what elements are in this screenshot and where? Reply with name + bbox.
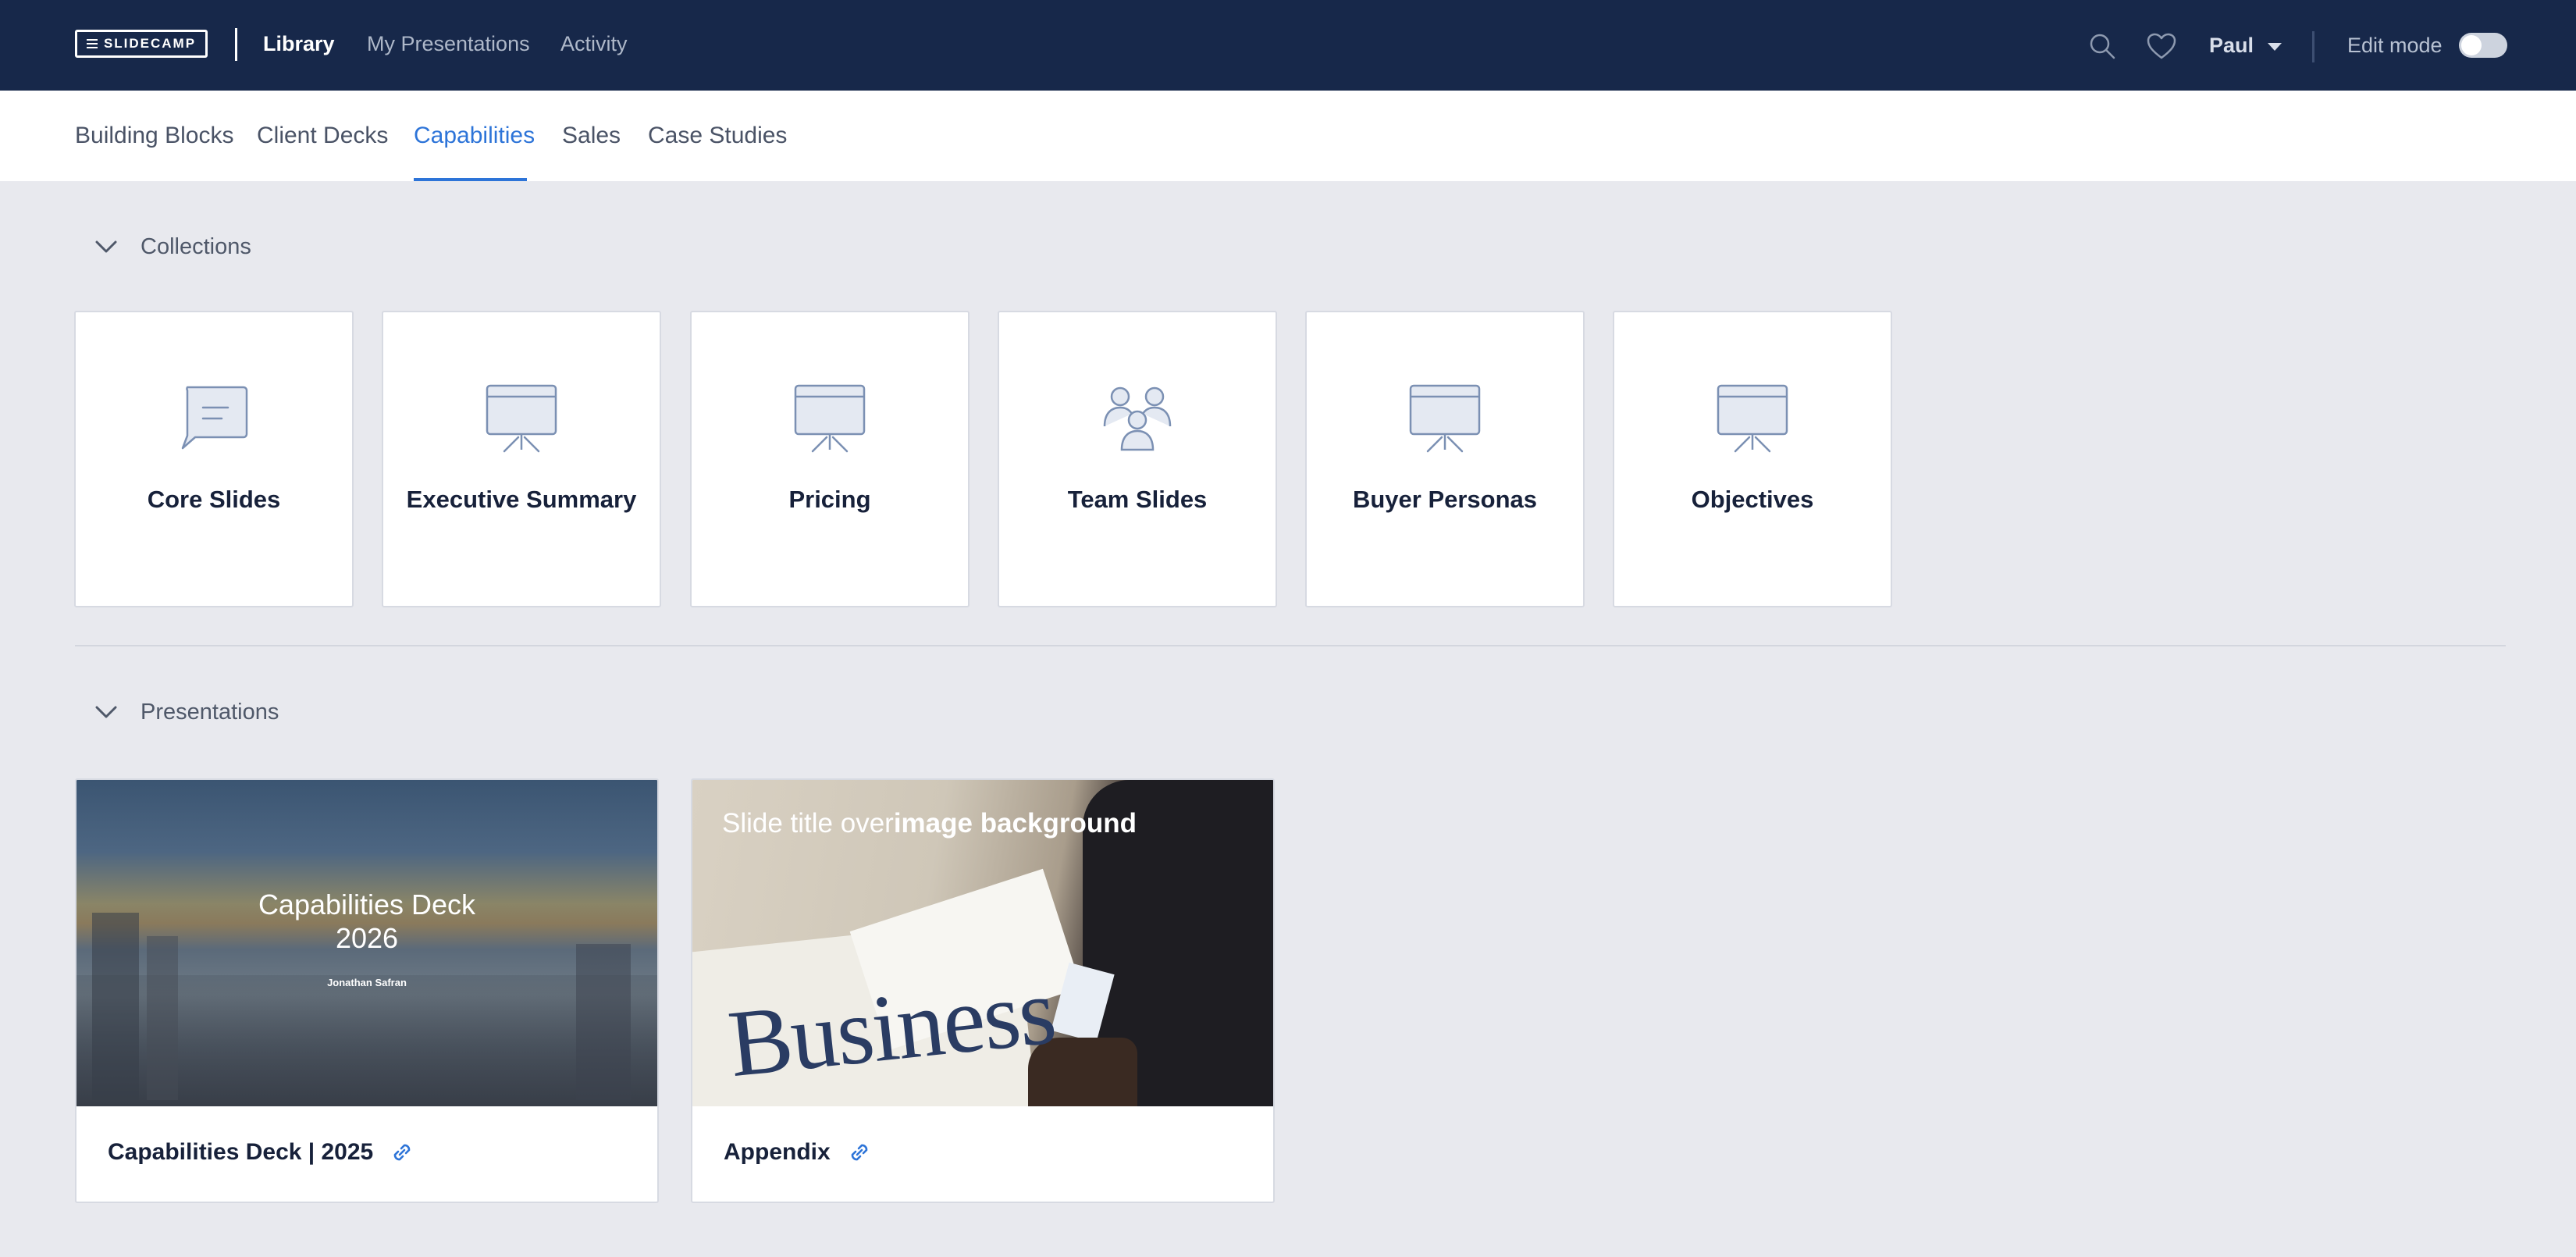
link-icon[interactable] — [846, 1139, 873, 1166]
chevron-down-icon[interactable] — [91, 696, 122, 728]
tab-client-decks[interactable]: Client Decks — [257, 120, 388, 151]
active-tab-underline — [414, 178, 527, 181]
tab-building-blocks[interactable]: Building Blocks — [75, 120, 233, 151]
thumbnail-title-line1: Capabilities Deck — [258, 888, 476, 920]
collection-label: Team Slides — [1067, 486, 1208, 513]
presentation-title-row: Capabilities Deck | 2025 — [108, 1139, 415, 1166]
presentations-header: Presentations — [141, 699, 279, 725]
collection-label: Buyer Personas — [1352, 486, 1538, 513]
top-navbar: SLIDECAMP Library My Presentations Activ… — [0, 0, 2576, 91]
toggle-knob — [2461, 35, 2482, 55]
presentation-board-icon — [1717, 384, 1788, 453]
nav-library[interactable]: Library — [263, 30, 335, 58]
building-shape — [147, 936, 178, 1100]
collections-toggle[interactable]: Collections — [91, 231, 251, 262]
presentation-board-icon — [486, 384, 557, 453]
chevron-down-icon[interactable] — [2268, 43, 2282, 51]
presentation-title[interactable]: Appendix — [724, 1139, 831, 1166]
logo-text: SLIDECAMP — [103, 36, 197, 51]
thumbnail-title: Capabilities Deck 2026 — [76, 888, 657, 955]
presentation-board-icon — [1409, 384, 1481, 453]
logo-divider — [235, 28, 237, 61]
presentation-title[interactable]: Capabilities Deck | 2025 — [108, 1139, 373, 1166]
logo-mark-icon — [86, 39, 98, 48]
building-shape — [576, 944, 631, 1100]
tab-case-studies[interactable]: Case Studies — [648, 120, 787, 151]
team-icon — [1103, 386, 1172, 451]
presentation-thumbnail[interactable]: Business Slide title overimage backgroun… — [692, 780, 1273, 1106]
thumbnail-author: Jonathan Safran — [327, 977, 407, 988]
user-menu-name[interactable]: Paul — [2209, 31, 2254, 59]
presentation-card-capabilities-deck[interactable]: Capabilities Deck 2026 Jonathan Safran C… — [75, 778, 659, 1203]
favorites-button[interactable] — [2145, 30, 2178, 62]
collection-card-team-slides[interactable]: Team Slides — [998, 311, 1277, 607]
collection-label: Pricing — [788, 486, 871, 513]
link-icon[interactable] — [389, 1139, 415, 1166]
tab-capabilities[interactable]: Capabilities — [414, 120, 535, 151]
library-tabs: Building Blocks Client Decks Capabilitie… — [0, 91, 2576, 181]
collection-label: Core Slides — [147, 486, 281, 513]
navbar-divider — [2312, 31, 2314, 62]
edit-mode-toggle[interactable] — [2459, 33, 2507, 58]
nav-my-presentations[interactable]: My Presentations — [367, 30, 530, 58]
collections-header: Collections — [141, 233, 251, 259]
presentation-board-icon — [794, 384, 866, 453]
collection-card-pricing[interactable]: Pricing — [690, 311, 970, 607]
collection-card-executive-summary[interactable]: Executive Summary — [382, 311, 661, 607]
search-icon — [2090, 34, 2115, 59]
presentation-title-row: Appendix — [724, 1139, 873, 1166]
collection-card-objectives[interactable]: Objectives — [1613, 311, 1892, 607]
edit-mode-label: Edit mode — [2347, 34, 2443, 57]
collection-label: Objectives — [1691, 486, 1814, 513]
tab-sales[interactable]: Sales — [562, 120, 621, 151]
speech-bubble-icon — [181, 386, 248, 450]
thumbnail-title: Slide title overimage background — [722, 808, 1137, 839]
search-button[interactable] — [2086, 30, 2119, 62]
section-divider — [75, 645, 2506, 646]
heart-icon — [2147, 33, 2176, 59]
collection-label: Executive Summary — [406, 486, 637, 513]
chevron-down-icon[interactable] — [91, 231, 122, 262]
presentation-card-appendix[interactable]: Business Slide title overimage backgroun… — [691, 778, 1275, 1203]
presentations-toggle[interactable]: Presentations — [91, 696, 279, 728]
nav-activity[interactable]: Activity — [560, 30, 628, 58]
thumbnail-title-bold: image background — [893, 808, 1137, 839]
thumbnail-title-line2: 2026 — [335, 922, 399, 954]
presentation-thumbnail[interactable]: Capabilities Deck 2026 Jonathan Safran — [76, 780, 657, 1106]
collection-card-buyer-personas[interactable]: Buyer Personas — [1305, 311, 1585, 607]
thumbnail-title-plain: Slide title over — [722, 808, 894, 839]
collection-card-core-slides[interactable]: Core Slides — [74, 311, 354, 607]
slidecamp-logo[interactable]: SLIDECAMP — [75, 30, 208, 58]
